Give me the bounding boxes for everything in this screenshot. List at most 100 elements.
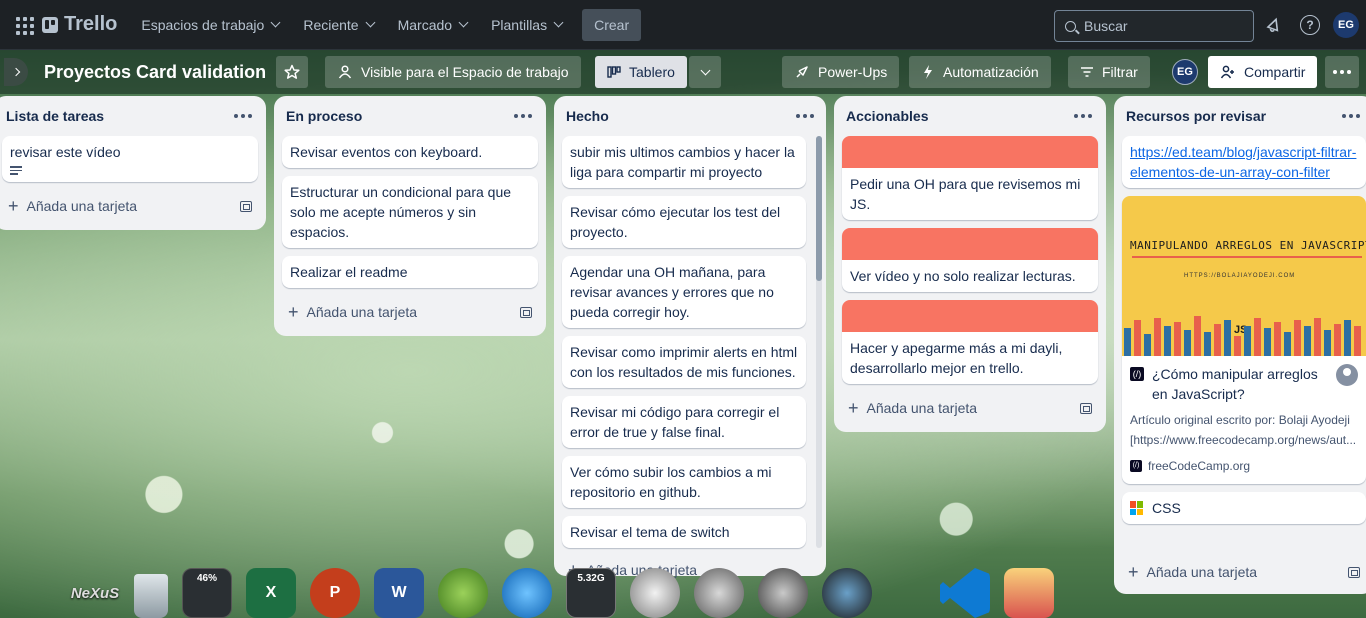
list-menu-icon[interactable]	[1074, 114, 1092, 118]
nav-label: Reciente	[303, 16, 359, 33]
filter-button[interactable]: Filtrar	[1068, 56, 1150, 88]
rocket-icon	[796, 66, 808, 78]
nav-starred[interactable]: Marcado	[388, 9, 477, 41]
template-icon[interactable]	[1080, 402, 1092, 414]
board-title[interactable]: Proyectos Card validation	[44, 62, 266, 83]
star-button[interactable]	[276, 56, 308, 88]
card[interactable]: Ver vídeo y no solo realizar lecturas.	[842, 228, 1098, 292]
add-card-row[interactable]: + Añada una tarjeta	[1122, 556, 1366, 588]
list-menu-icon[interactable]	[796, 114, 814, 118]
card-title: Ver vídeo y no solo realizar lecturas.	[850, 268, 1076, 284]
card[interactable]: Hacer y apegarme más a mi dayli, desarro…	[842, 300, 1098, 384]
drive-meter-icon[interactable]: 5.32G	[566, 568, 616, 618]
card[interactable]: Revisar como imprimir alerts en html con…	[562, 336, 806, 388]
list-scrollbar-thumb[interactable]	[816, 136, 822, 281]
nav-recent[interactable]: Reciente	[293, 9, 383, 41]
share-label: Compartir	[1244, 64, 1306, 80]
share-button[interactable]: Compartir	[1208, 56, 1318, 88]
plus-icon: +	[8, 196, 19, 216]
microsoft-icon	[1130, 501, 1144, 515]
visibility-button[interactable]: Visible para el Espacio de trabajo	[325, 56, 581, 88]
app-name: Trello	[64, 13, 118, 35]
card[interactable]: Revisar mi código para corregir el error…	[562, 396, 806, 448]
add-card-row[interactable]: + Añada una tarjeta	[2, 190, 258, 222]
view-switcher-button[interactable]	[689, 56, 721, 88]
notifications-icon[interactable]	[1264, 15, 1284, 35]
excel-icon[interactable]: X	[246, 568, 296, 618]
list-title[interactable]: Accionables	[846, 108, 928, 124]
nav-templates[interactable]: Plantillas	[481, 9, 572, 41]
template-icon[interactable]	[1348, 566, 1360, 578]
article-title[interactable]: ¿Cómo manipular arreglos en JavaScript?	[1152, 364, 1328, 404]
nexus-dock-icon[interactable]: NeXuS	[70, 568, 120, 618]
card[interactable]: Ver cómo subir los cambios a mi reposito…	[562, 456, 806, 508]
template-icon[interactable]	[520, 306, 532, 318]
list-title[interactable]: Recursos por revisar	[1126, 108, 1266, 124]
power-ups-button[interactable]: Power-Ups	[782, 56, 900, 88]
card-link[interactable]: https://ed.team/blog/javascript-filtrar-…	[1130, 144, 1356, 180]
add-card-row[interactable]: + Añada una tarjeta	[842, 392, 1098, 424]
nav-workspaces[interactable]: Espacios de trabajo	[131, 9, 289, 41]
article-card[interactable]: MANIPULANDO ARREGLOS EN JAVASCRIPT HTTPS…	[1122, 196, 1366, 484]
phone-icon[interactable]	[502, 568, 552, 618]
card[interactable]: Revisar cómo ejecutar los test del proye…	[562, 196, 806, 248]
search-icon	[1065, 20, 1076, 32]
desktop-dock: NeXuS 46% X P W 5.32G	[60, 560, 1090, 618]
globe-icon[interactable]	[630, 568, 680, 618]
camera-icon[interactable]	[822, 568, 872, 618]
create-button[interactable]: Crear	[582, 8, 642, 41]
trello-logo[interactable]: Trello	[42, 13, 117, 36]
template-icon[interactable]	[240, 200, 252, 212]
card[interactable]: https://ed.team/blog/javascript-filtrar-…	[1122, 136, 1366, 188]
avatar[interactable]: EG	[1333, 12, 1359, 38]
cover-image-url: HTTPS://BOLAJIAYODEJI.COM	[1184, 273, 1296, 279]
snipping-tool-icon[interactable]	[1004, 568, 1054, 618]
power-icon[interactable]	[694, 568, 744, 618]
nav-label: Espacios de trabajo	[141, 16, 265, 33]
card[interactable]: revisar este vídeo	[2, 136, 258, 182]
card[interactable]: Revisar el tema de switch	[562, 516, 806, 548]
cpu-meter-icon[interactable]: 46%	[182, 568, 232, 618]
list-menu-icon[interactable]	[234, 114, 252, 118]
list-menu-icon[interactable]	[514, 114, 532, 118]
add-card-row[interactable]: + Añada una tarjeta	[282, 296, 538, 328]
list-title[interactable]: En proceso	[286, 108, 362, 124]
card[interactable]: subir mis ultimos cambios y hacer la lig…	[562, 136, 806, 188]
card[interactable]: Pedir una OH para que revisemos mi JS.	[842, 136, 1098, 220]
board-menu-button[interactable]	[1325, 56, 1359, 88]
add-card-label: Añada una tarjeta	[306, 304, 418, 320]
board-view-icon	[607, 66, 621, 78]
article-source[interactable]: freeCodeCamp.org	[1148, 456, 1250, 476]
help-icon[interactable]: ?	[1300, 15, 1320, 35]
search-input[interactable]: Buscar	[1054, 10, 1254, 42]
chevron-down-icon	[458, 17, 469, 28]
list-title[interactable]: Hecho	[566, 108, 609, 124]
add-person-icon	[1220, 65, 1234, 79]
powerpoint-icon[interactable]: P	[310, 568, 360, 618]
automation-button[interactable]: Automatización	[909, 56, 1051, 88]
lightning-icon	[924, 65, 932, 79]
list-title[interactable]: Lista de tareas	[6, 108, 104, 124]
word-icon[interactable]: W	[374, 568, 424, 618]
list-en-proceso: En proceso Revisar eventos con keyboard.…	[274, 96, 546, 336]
vscode-icon[interactable]	[940, 568, 990, 618]
card[interactable]: Estructurar un condicional para que solo…	[282, 176, 538, 248]
add-card-label: Añada una tarjeta	[866, 400, 978, 416]
star-icon	[284, 64, 300, 79]
card[interactable]: Realizar el readme	[282, 256, 538, 288]
board-member-avatar[interactable]: EG	[1172, 59, 1198, 85]
cover-image-title: MANIPULANDO ARREGLOS EN JAVASCRIPT	[1130, 239, 1366, 252]
view-label: Tablero	[629, 64, 675, 80]
list-menu-icon[interactable]	[1342, 114, 1360, 118]
card[interactable]: Revisar eventos con keyboard.	[282, 136, 538, 168]
app-switcher-icon[interactable]	[12, 13, 36, 37]
plus-icon: +	[1128, 562, 1139, 582]
speaker-icon[interactable]	[758, 568, 808, 618]
card[interactable]: CSS	[1122, 492, 1366, 524]
recycle-bin-icon[interactable]	[134, 574, 168, 618]
plus-icon: +	[288, 302, 299, 322]
view-board-tab[interactable]: Tablero	[595, 56, 687, 88]
card[interactable]: Agendar una OH mañana, para revisar avan…	[562, 256, 806, 328]
wifi-icon[interactable]	[438, 568, 488, 618]
sidebar-toggle-button[interactable]	[4, 58, 28, 86]
